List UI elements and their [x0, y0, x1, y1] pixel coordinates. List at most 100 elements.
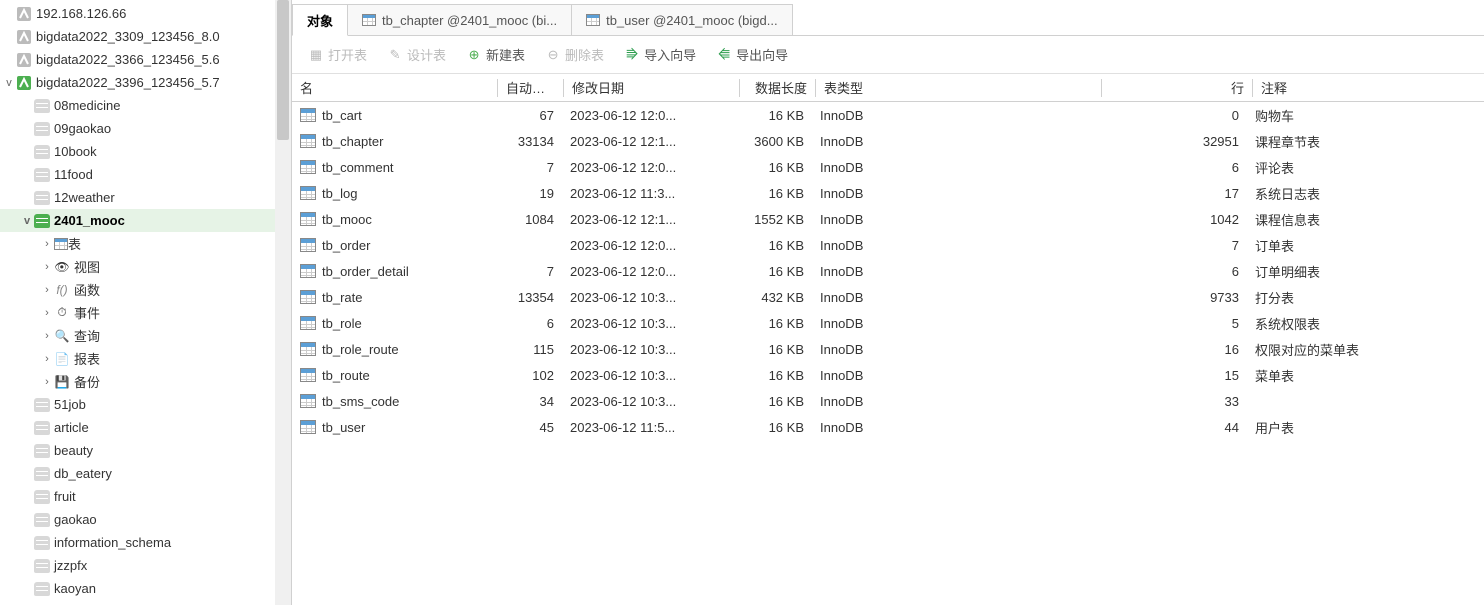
- connection-label: bigdata2022_3309_123456_8.0: [36, 29, 220, 44]
- sidebar-scrollbar[interactable]: [275, 0, 291, 605]
- open-label: 打开表: [328, 45, 367, 64]
- database-label: information_schema: [54, 535, 171, 550]
- new-table-button[interactable]: ⊕ 新建表: [458, 41, 533, 68]
- database-row[interactable]: gaokao: [0, 508, 291, 531]
- expand-icon[interactable]: ›: [40, 330, 54, 342]
- database-row[interactable]: beauty: [0, 439, 291, 462]
- cell-size: 16 KB: [737, 394, 812, 409]
- database-icon: [34, 582, 50, 596]
- connection-row[interactable]: v bigdata2022_3396_123456_5.7: [0, 71, 291, 94]
- database-row[interactable]: 10book: [0, 140, 291, 163]
- database-row[interactable]: kaoyan: [0, 577, 291, 600]
- database-label: 08medicine: [54, 98, 121, 113]
- expand-icon[interactable]: ›: [40, 353, 54, 365]
- cell-size: 16 KB: [737, 108, 812, 123]
- expand-icon[interactable]: v: [20, 215, 34, 227]
- database-row[interactable]: 12weather: [0, 186, 291, 209]
- cell-date: 2023-06-12 12:1...: [562, 212, 737, 227]
- table-row[interactable]: tb_sms_code 34 2023-06-12 10:3... 16 KB …: [292, 388, 1484, 414]
- table-row[interactable]: tb_comment 7 2023-06-12 12:0... 16 KB In…: [292, 154, 1484, 180]
- database-row[interactable]: maoyan: [0, 600, 291, 605]
- export-wizard-button[interactable]: ⭅ 导出向导: [708, 41, 796, 68]
- cell-type: InnoDB: [812, 290, 1097, 305]
- tab[interactable]: tb_user @2401_mooc (bigd...: [571, 4, 792, 35]
- cell-auto: 33134: [497, 134, 562, 149]
- expand-icon[interactable]: ›: [40, 376, 54, 388]
- cell-comment: 订单表: [1247, 236, 1484, 255]
- design-table-button[interactable]: ✎ 设计表: [379, 41, 454, 68]
- database-row[interactable]: information_schema: [0, 531, 291, 554]
- cell-name: tb_log: [322, 186, 357, 201]
- table-row[interactable]: tb_mooc 1084 2023-06-12 12:1... 1552 KB …: [292, 206, 1484, 232]
- database-row[interactable]: db_eatery: [0, 462, 291, 485]
- table-row[interactable]: tb_chapter 33134 2023-06-12 12:1... 3600…: [292, 128, 1484, 154]
- cell-size: 16 KB: [737, 342, 812, 357]
- import-wizard-button[interactable]: ⭆ 导入向导: [616, 41, 704, 68]
- tab-label: tb_chapter @2401_mooc (bi...: [382, 13, 557, 28]
- database-row[interactable]: 11food: [0, 163, 291, 186]
- col-size[interactable]: 数据长度: [740, 78, 815, 97]
- expand-icon[interactable]: ›: [40, 307, 54, 319]
- connection-row[interactable]: 192.168.126.66: [0, 2, 291, 25]
- db-node-fx[interactable]: › f() 函数: [0, 278, 291, 301]
- cell-name: tb_role: [322, 316, 362, 331]
- expand-icon[interactable]: ›: [40, 284, 54, 296]
- database-row[interactable]: 09gaokao: [0, 117, 291, 140]
- col-auto[interactable]: 自动递...: [498, 78, 563, 97]
- table-row[interactable]: tb_rate 13354 2023-06-12 10:3... 432 KB …: [292, 284, 1484, 310]
- db-node-table[interactable]: › 表: [0, 232, 291, 255]
- delete-table-button[interactable]: ⊖ 删除表: [537, 41, 612, 68]
- table-row[interactable]: tb_role_route 115 2023-06-12 10:3... 16 …: [292, 336, 1484, 362]
- table-row[interactable]: tb_log 19 2023-06-12 11:3... 16 KB InnoD…: [292, 180, 1484, 206]
- database-icon: [34, 490, 50, 504]
- cell-comment: 购物车: [1247, 106, 1484, 125]
- connection-icon: [16, 52, 32, 68]
- minus-icon: ⊖: [545, 47, 561, 63]
- main-panel: 对象 tb_chapter @2401_mooc (bi... tb_user …: [292, 0, 1484, 605]
- col-type[interactable]: 表类型: [816, 78, 1101, 97]
- tab[interactable]: 对象: [292, 4, 348, 36]
- database-row[interactable]: jzzpfx: [0, 554, 291, 577]
- scrollbar-thumb[interactable]: [277, 0, 289, 140]
- expand-icon[interactable]: ›: [40, 261, 54, 273]
- table-row[interactable]: tb_user 45 2023-06-12 11:5... 16 KB Inno…: [292, 414, 1484, 440]
- open-table-button[interactable]: ▦ 打开表: [300, 41, 375, 68]
- connection-row[interactable]: bigdata2022_3309_123456_8.0: [0, 25, 291, 48]
- col-comment[interactable]: 注释: [1253, 78, 1484, 97]
- cell-date: 2023-06-12 10:3...: [562, 342, 737, 357]
- sidebar: 192.168.126.66 bigdata2022_3309_123456_8…: [0, 0, 292, 605]
- table-row[interactable]: tb_order 2023-06-12 12:0... 16 KB InnoDB…: [292, 232, 1484, 258]
- table-row[interactable]: tb_route 102 2023-06-12 10:3... 16 KB In…: [292, 362, 1484, 388]
- db-node-event[interactable]: › ⏱ 事件: [0, 301, 291, 324]
- cell-comment: 课程信息表: [1247, 210, 1484, 229]
- cell-type: InnoDB: [812, 368, 1097, 383]
- database-row[interactable]: 08medicine: [0, 94, 291, 117]
- col-name[interactable]: 名: [292, 78, 497, 97]
- cell-date: 2023-06-12 12:0...: [562, 108, 737, 123]
- database-row[interactable]: article: [0, 416, 291, 439]
- col-date[interactable]: 修改日期: [564, 78, 739, 97]
- expand-icon[interactable]: ›: [40, 238, 54, 250]
- database-label: 2401_mooc: [54, 213, 125, 228]
- database-row-active[interactable]: v 2401_mooc: [0, 209, 291, 232]
- connection-label: bigdata2022_3366_123456_5.6: [36, 52, 220, 67]
- queries-icon: 🔍: [54, 329, 70, 343]
- cell-name: tb_order: [322, 238, 370, 253]
- import-icon: ⭆: [624, 47, 640, 63]
- table-row[interactable]: tb_cart 67 2023-06-12 12:0... 16 KB Inno…: [292, 102, 1484, 128]
- database-label: 10book: [54, 144, 97, 159]
- table-row[interactable]: tb_order_detail 7 2023-06-12 12:0... 16 …: [292, 258, 1484, 284]
- db-node-query[interactable]: › 🔍 查询: [0, 324, 291, 347]
- connection-row[interactable]: bigdata2022_3366_123456_5.6: [0, 48, 291, 71]
- db-node-report[interactable]: › 📄 报表: [0, 347, 291, 370]
- expand-icon[interactable]: v: [2, 77, 16, 89]
- db-node-label: 函数: [74, 280, 100, 299]
- db-node-view[interactable]: › 👁 视图: [0, 255, 291, 278]
- database-row[interactable]: fruit: [0, 485, 291, 508]
- tab[interactable]: tb_chapter @2401_mooc (bi...: [347, 4, 572, 35]
- database-row[interactable]: 51job: [0, 393, 291, 416]
- db-node-backup[interactable]: › 💾 备份: [0, 370, 291, 393]
- cell-auto: 19: [497, 186, 562, 201]
- table-row[interactable]: tb_role 6 2023-06-12 10:3... 16 KB InnoD…: [292, 310, 1484, 336]
- col-rows[interactable]: 行: [1102, 78, 1252, 97]
